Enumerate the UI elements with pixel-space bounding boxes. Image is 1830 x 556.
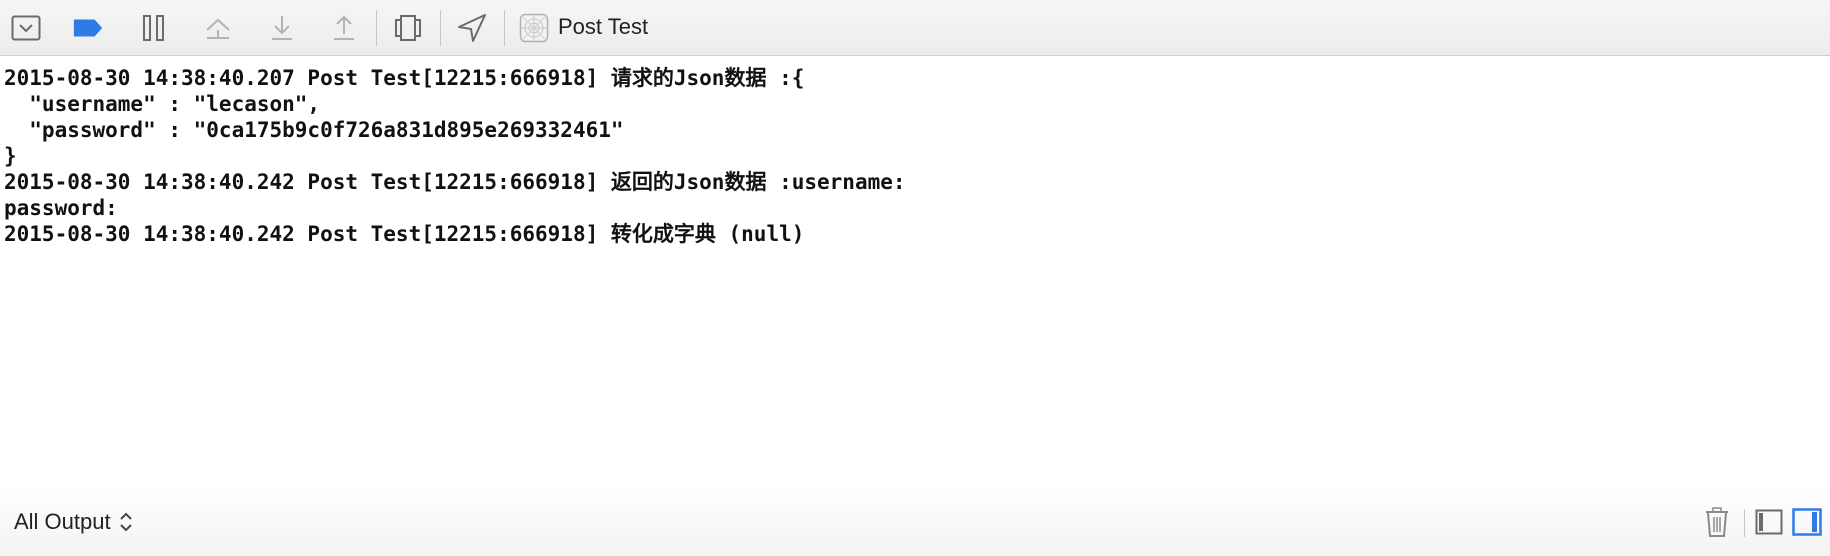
simulate-location-icon[interactable]: [456, 12, 488, 44]
console-line: 2015-08-30 14:38:40.242 Post Test[12215:…: [4, 222, 805, 246]
toolbar-divider: [376, 10, 377, 46]
app-target-icon[interactable]: [518, 12, 550, 44]
pause-icon[interactable]: [138, 12, 170, 44]
hide-debug-area-icon[interactable]: [10, 12, 42, 44]
show-variables-view-icon[interactable]: [1752, 505, 1786, 539]
console-line: password:: [4, 196, 118, 220]
console-line: "username" : "lecason",: [4, 92, 321, 116]
step-out-icon[interactable]: [328, 12, 360, 44]
show-console-view-icon[interactable]: [1790, 505, 1824, 539]
trash-icon[interactable]: [1700, 505, 1734, 539]
console-bottom-bar: All Output: [0, 489, 1830, 556]
updown-chevron-icon: [119, 511, 133, 533]
debug-view-hierarchy-icon[interactable]: [392, 12, 424, 44]
console-text: 2015-08-30 14:38:40.207 Post Test[12215:…: [0, 57, 1830, 247]
console-output[interactable]: 2015-08-30 14:38:40.207 Post Test[12215:…: [0, 57, 1830, 489]
toolbar-divider: [504, 10, 505, 46]
toolbar-divider: [440, 10, 441, 46]
console-line: "password" : "0ca175b9c0f726a831d895e269…: [4, 118, 624, 142]
step-into-icon[interactable]: [266, 12, 298, 44]
console-line: 2015-08-30 14:38:40.242 Post Test[12215:…: [4, 170, 906, 194]
output-filter-label: All Output: [14, 509, 111, 534]
target-name[interactable]: Post Test: [558, 14, 648, 40]
console-line: 2015-08-30 14:38:40.207 Post Test[12215:…: [4, 66, 805, 90]
bottom-divider: [1744, 509, 1745, 537]
console-line: }: [4, 144, 17, 168]
debug-toolbar: Post Test: [0, 0, 1830, 56]
step-over-icon[interactable]: [202, 12, 234, 44]
output-filter-popup[interactable]: All Output: [14, 509, 133, 535]
breakpoints-toggle-icon[interactable]: [72, 12, 104, 44]
